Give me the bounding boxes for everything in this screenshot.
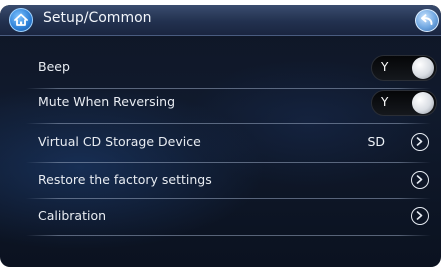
home-icon [14,13,28,26]
setting-label: Calibration [38,208,107,223]
storage-device-value: SD [367,134,385,149]
setting-label: Restore the factory settings [38,172,212,187]
chevron-right-icon [416,211,423,220]
setting-row-mute-when-reversing[interactable]: Mute When Reversing Y [26,87,437,119]
toggle-value: Y [381,95,389,109]
virtual-cd-storage-chevron[interactable] [411,133,429,151]
toggle-knob[interactable] [412,92,434,114]
setting-label: Mute When Reversing [38,94,176,109]
back-button[interactable] [415,9,439,32]
settings-screen: Setup/Common Beep Y Mute When Reversing … [0,5,441,267]
setting-row-virtual-cd-storage[interactable]: Virtual CD Storage Device SD [26,127,431,159]
calibration-chevron[interactable] [411,207,429,225]
page-title: Setup/Common [43,10,152,26]
restore-factory-chevron[interactable] [411,171,429,189]
device-frame: Setup/Common Beep Y Mute When Reversing … [0,0,446,270]
setting-row-beep[interactable]: Beep Y [26,52,437,84]
setting-row-calibration[interactable]: Calibration [26,201,431,233]
divider [26,162,431,163]
setting-label: Beep [38,59,70,74]
chevron-right-icon [416,137,423,146]
toggle-knob[interactable] [412,57,434,79]
divider [26,235,431,236]
beep-toggle[interactable]: Y [371,55,437,81]
home-button[interactable] [9,8,33,32]
header-bar: Setup/Common [0,5,441,36]
back-arrow-icon [421,14,433,25]
setting-row-restore-factory[interactable]: Restore the factory settings [26,165,431,197]
setting-label: Virtual CD Storage Device [38,134,201,149]
chevron-right-icon [416,175,423,184]
toggle-value: Y [381,60,389,74]
divider [26,123,431,124]
mute-when-reversing-toggle[interactable]: Y [371,90,437,116]
divider [26,198,431,199]
